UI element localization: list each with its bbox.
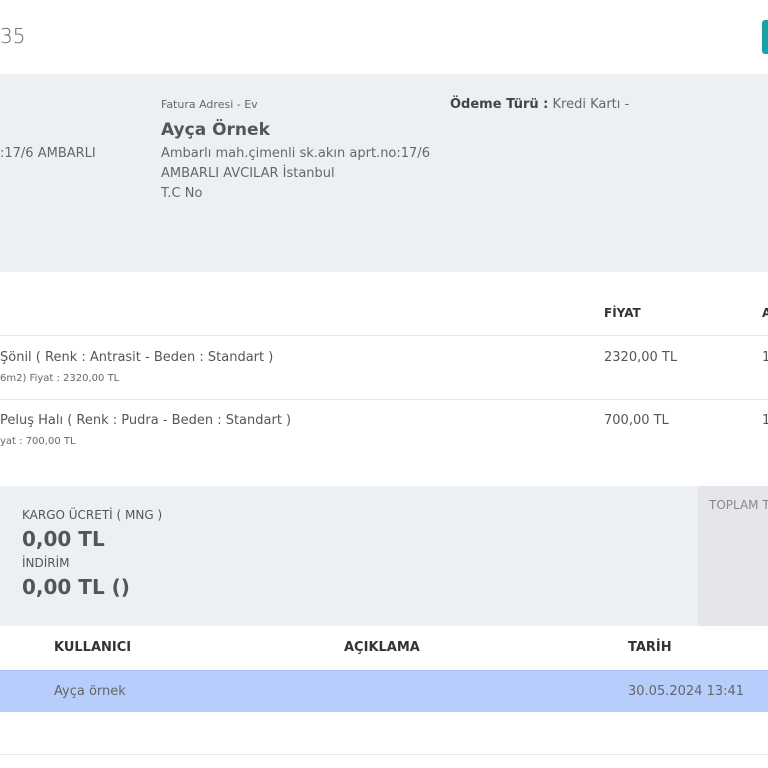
- column-header-date: TARİH: [628, 640, 672, 655]
- billing-address-line2: AMBARLI AVCILAR İstanbul: [161, 166, 335, 181]
- shipping-address-line: :17/6 AMBARLI: [0, 146, 96, 161]
- discount-label: İNDİRİM: [22, 556, 70, 570]
- billing-address-line1: Ambarlı mah.çimenli sk.akın aprt.no:17/6: [161, 146, 430, 161]
- product-sub: 6m2) Fiyat : 2320,00 TL: [0, 373, 120, 384]
- order-history-table: KULLANICI AÇIKLAMA TARİH Ayça örnek 30.0…: [0, 626, 768, 768]
- product-qty: 1: [762, 350, 768, 365]
- order-number: 35: [0, 24, 26, 48]
- product-table: FİYAT A Şönil ( Renk : Antrasit - Beden …: [0, 272, 768, 486]
- action-button[interactable]: [762, 20, 768, 54]
- column-header-user: KULLANICI: [54, 640, 132, 655]
- product-price: 700,00 TL: [604, 413, 669, 428]
- product-name: Peluş Halı ( Renk : Pudra - Beden : Stan…: [0, 413, 292, 428]
- shipping-fee-label: KARGO ÜCRETİ ( MNG ): [22, 508, 163, 522]
- history-date: 30.05.2024 13:41: [628, 684, 745, 699]
- product-sub: yat : 700,00 TL: [0, 436, 76, 447]
- column-header-qty: A: [762, 306, 768, 320]
- totals-panel: KARGO ÜCRETİ ( MNG ) 0,00 TL İNDİRİM 0,0…: [0, 486, 768, 626]
- billing-address: Fatura Adresi - Ev Ayça Örnek Ambarlı ma…: [161, 98, 441, 204]
- table-row[interactable]: Ayça örnek 30.05.2024 13:41: [0, 670, 768, 712]
- grand-total-label: TOPLAM T: [709, 498, 768, 512]
- payment-type-value: Kredi Kartı -: [552, 97, 630, 112]
- column-header-price: FİYAT: [604, 306, 641, 320]
- column-header-description: AÇIKLAMA: [344, 640, 420, 655]
- billing-address-label: Fatura Adresi - Ev: [161, 98, 258, 111]
- payment-type: Ödeme Türü : Kredi Kartı -: [450, 97, 629, 112]
- billing-name: Ayça Örnek: [161, 120, 270, 140]
- discount-value: 0,00 TL (): [22, 575, 130, 599]
- payment-type-label: Ödeme Türü :: [450, 97, 549, 112]
- history-user: Ayça örnek: [54, 684, 126, 699]
- product-name: Şönil ( Renk : Antrasit - Beden : Standa…: [0, 350, 274, 365]
- product-price: 2320,00 TL: [604, 350, 678, 365]
- order-header: 35: [0, 0, 768, 74]
- billing-tc-no: T.C No: [161, 186, 203, 201]
- product-qty: 1: [762, 413, 768, 428]
- grand-total-box: TOPLAM T: [698, 486, 768, 626]
- table-divider: [0, 335, 768, 336]
- table-divider: [0, 754, 768, 755]
- shipping-fee-value: 0,00 TL: [22, 527, 105, 551]
- table-divider: [0, 399, 768, 400]
